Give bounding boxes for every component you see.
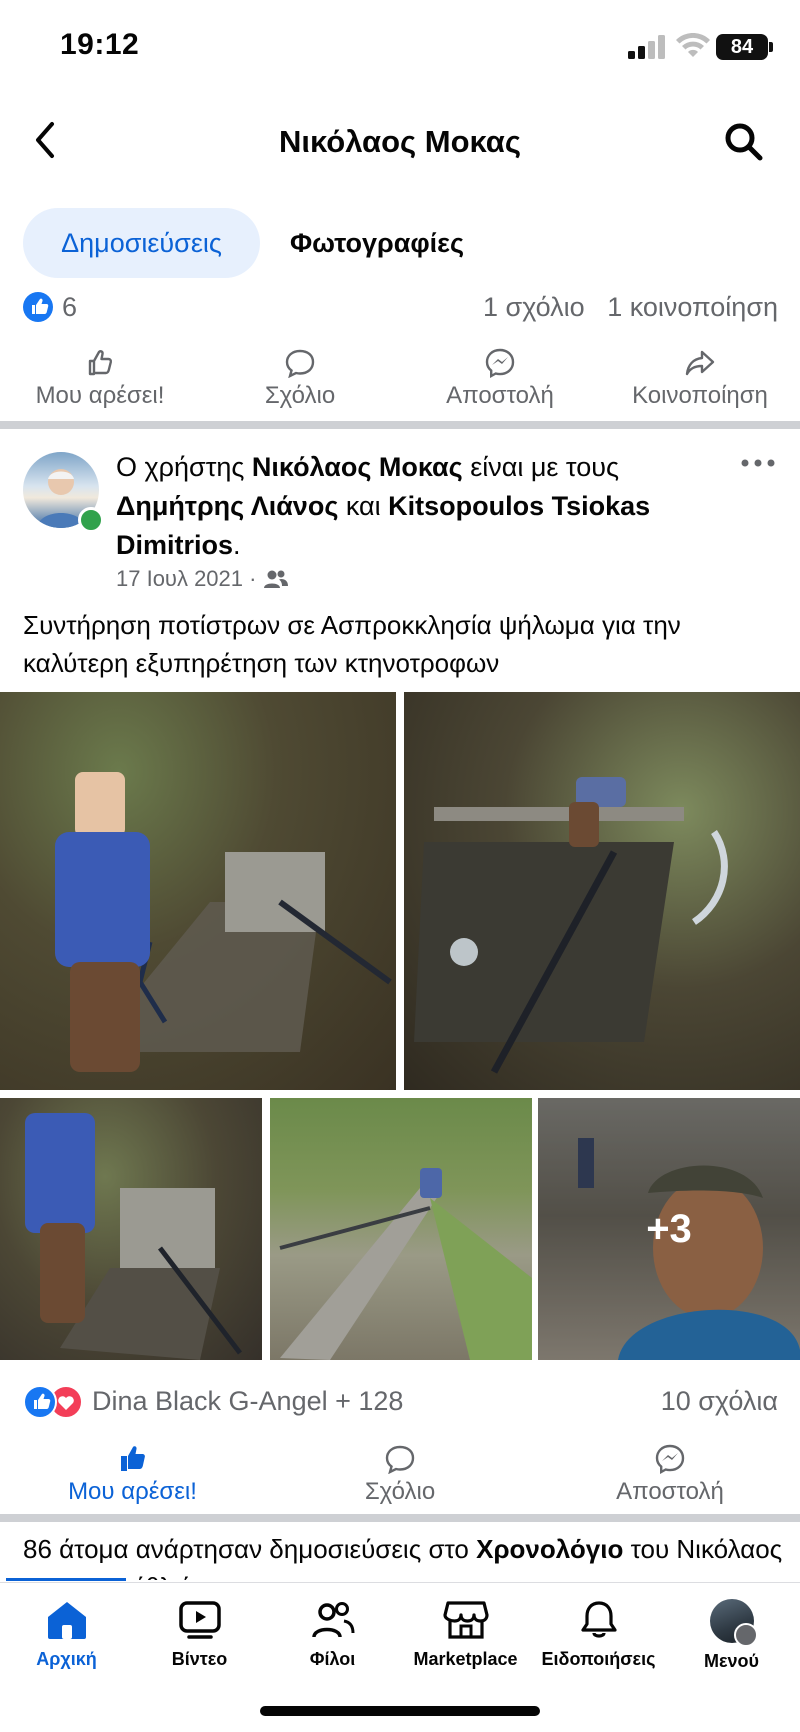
author-name-link[interactable]: Νικόλαος Μοκας xyxy=(252,452,463,482)
tab-posts[interactable]: Δημοσιεύσεις xyxy=(23,208,260,278)
post-photo-3[interactable] xyxy=(0,1098,262,1360)
send-label: Αποστολή xyxy=(616,1478,724,1505)
nav-menu-label: Μενού xyxy=(703,1651,760,1671)
like-label: Μου αρέσει! xyxy=(68,1478,197,1505)
send-button[interactable]: Αποστολή xyxy=(420,348,580,410)
post-meta: 17 Ιουλ 2021 · xyxy=(116,566,289,592)
home-indicator xyxy=(260,1706,540,1716)
post-photo-2[interactable] xyxy=(404,692,800,1090)
comment-button[interactable]: Σχόλιο xyxy=(330,1444,470,1506)
nav-marketplace-label: Marketplace xyxy=(413,1649,518,1669)
end-punct: . xyxy=(233,530,241,560)
comment-icon xyxy=(285,349,315,378)
nav-notifications-label: Ειδοποιήσεις xyxy=(541,1649,656,1669)
share-button[interactable]: Κοινοποίηση xyxy=(610,348,790,410)
like-count[interactable]: 6 xyxy=(62,292,77,322)
nav-home-label: Αρχική xyxy=(36,1649,97,1669)
birthday-prefix: 86 άτομα ανάρτησαν δημοσιεύσεις στο xyxy=(23,1534,477,1564)
nav-marketplace[interactable]: Marketplace xyxy=(399,1599,532,1670)
menu-badge-icon xyxy=(733,1623,758,1647)
timeline-link[interactable]: Χρονολόγιο xyxy=(476,1534,623,1564)
more-photos-overlay[interactable]: +3 xyxy=(538,1098,800,1360)
section-divider xyxy=(0,421,800,429)
thumbs-up-filled-icon xyxy=(120,1446,145,1471)
share-icon xyxy=(685,350,715,376)
thumbs-up-icon xyxy=(88,350,113,376)
post-action-bar: Μου αρέσει! Σχόλιο Αποστολή xyxy=(0,1444,800,1514)
shares-count[interactable]: 1 κοινοποίηση xyxy=(607,292,778,322)
tagged-user-1[interactable]: Δημήτρης Λιάνος xyxy=(116,491,338,521)
wifi-icon xyxy=(676,33,710,57)
post-action-bar: Μου αρέσει! Σχόλιο Αποστολή Κοινοποίηση xyxy=(0,348,800,418)
comment-icon xyxy=(385,1445,415,1474)
and-text: και xyxy=(338,491,389,521)
comment-label: Σχόλιο xyxy=(264,382,336,409)
comments-count[interactable]: 10 σχόλια xyxy=(661,1385,778,1417)
section-divider xyxy=(0,1514,800,1522)
comment-button[interactable]: Σχόλιο xyxy=(230,348,370,410)
send-label: Αποστολή xyxy=(446,382,554,409)
comments-count[interactable]: 1 σχόλιο xyxy=(483,292,585,322)
post-photo-4[interactable] xyxy=(270,1098,532,1360)
with-text: είναι με τους xyxy=(462,452,620,482)
page-title: Νικόλαος Μοκας xyxy=(279,124,521,159)
like-button[interactable]: Μου αρέσει! xyxy=(40,1444,225,1506)
home-icon xyxy=(47,1602,86,1639)
comment-label: Σχόλιο xyxy=(364,1478,436,1505)
friends-audience-icon xyxy=(263,570,288,588)
battery-tip xyxy=(769,42,773,52)
author-prefix: Ο χρήστης xyxy=(116,452,252,482)
marketplace-icon xyxy=(442,1601,489,1639)
online-status-dot xyxy=(78,507,104,533)
post-author-line: Ο χρήστης Νικόλαος Μοκας είναι με τους Δ… xyxy=(116,448,706,565)
nav-video-label: Βίντεο xyxy=(171,1649,228,1669)
cellular-signal-icon xyxy=(628,35,665,59)
tab-photos[interactable]: Φωτογραφίες xyxy=(290,208,464,278)
birthday-notice[interactable]: 86 άτομα ανάρτησαν δημοσιεύσεις στο Χρον… xyxy=(23,1530,783,1580)
reactions-summary[interactable]: Dina Black G-Angel + 128 xyxy=(92,1385,403,1417)
video-icon xyxy=(178,1601,221,1639)
status-time: 19:12 xyxy=(60,28,140,61)
post-photo-1[interactable] xyxy=(0,692,396,1090)
post-text: Συντήρηση ποτίστρων σε Ασπροκκλησία ψήλω… xyxy=(23,610,681,678)
like-label: Μου αρέσει! xyxy=(35,382,165,409)
nav-menu[interactable]: Μενού xyxy=(665,1599,798,1672)
messenger-icon xyxy=(485,348,515,378)
like-reaction-icon xyxy=(23,292,53,322)
progress-underline xyxy=(6,1578,126,1581)
like-button[interactable]: Μου αρέσει! xyxy=(10,348,190,410)
bell-icon xyxy=(580,1601,617,1638)
battery-indicator: 84 xyxy=(716,34,768,60)
nav-friends-label: Φίλοι xyxy=(309,1649,356,1669)
nav-video[interactable]: Βίντεο xyxy=(133,1599,266,1670)
messenger-icon xyxy=(655,1444,685,1474)
nav-notifications[interactable]: Ειδοποιήσεις xyxy=(532,1599,665,1670)
more-options-icon[interactable] xyxy=(740,458,776,468)
nav-home[interactable]: Αρχική xyxy=(0,1599,133,1670)
search-icon[interactable] xyxy=(722,120,764,162)
like-reaction-icon xyxy=(23,1385,57,1419)
share-label: Κοινοποίηση xyxy=(632,382,768,409)
friends-icon xyxy=(311,1602,354,1638)
comments-shares-count[interactable]: 1 σχόλιο 1 κοινοποίηση xyxy=(483,292,778,322)
profile-avatar xyxy=(709,1599,758,1647)
send-button[interactable]: Αποστολή xyxy=(590,1444,750,1506)
post-date[interactable]: 17 Ιουλ 2021 xyxy=(116,566,243,591)
nav-friends[interactable]: Φίλοι xyxy=(266,1599,399,1670)
